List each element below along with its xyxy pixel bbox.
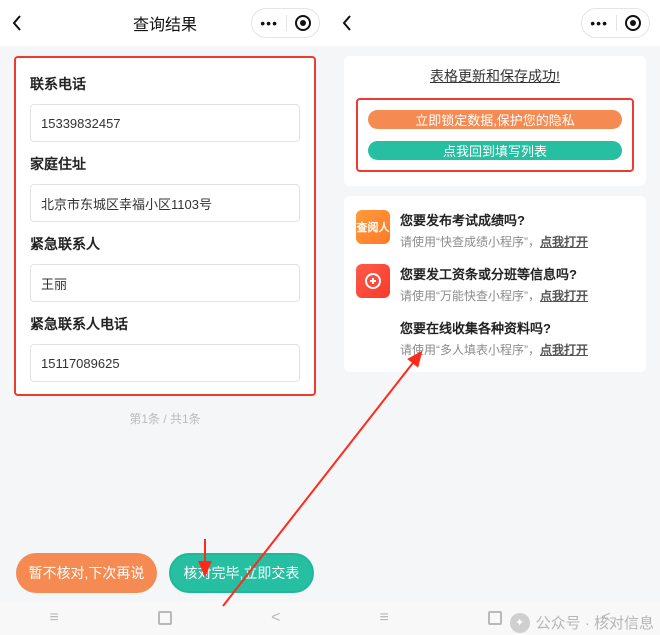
input-emergency-contact[interactable]: 王丽 — [30, 264, 300, 302]
nav-home-icon[interactable] — [158, 611, 172, 625]
wechat-icon: ✦ — [510, 613, 530, 633]
label-emergency-phone: 紧急联系人电话 — [30, 314, 300, 334]
pagination-text: 第1条 / 共1条 — [14, 410, 316, 427]
close-miniapp-icon[interactable] — [625, 15, 641, 31]
nav-back-icon[interactable]: < — [271, 609, 280, 627]
promo-title: 您要在线收集各种资料吗? — [400, 318, 634, 337]
watermark: ✦ 公众号 · 核对信息 — [510, 612, 654, 633]
promo-title: 您要发布考试成绩吗? — [400, 210, 634, 229]
nav-recents-icon[interactable]: ≡ — [50, 609, 59, 627]
close-miniapp-icon[interactable] — [295, 15, 311, 31]
input-phone[interactable]: 15339832457 — [30, 104, 300, 142]
label-address: 家庭住址 — [30, 154, 300, 174]
input-address[interactable]: 北京市东城区幸福小区1103号 — [30, 184, 300, 222]
promo-link[interactable]: 点我打开 — [540, 235, 588, 249]
success-text: 表格更新和保存成功! — [356, 66, 634, 86]
input-emergency-phone[interactable]: 15117089625 — [30, 344, 300, 382]
label-emergency-contact: 紧急联系人 — [30, 234, 300, 254]
more-icon[interactable]: ••• — [260, 16, 278, 30]
label-phone: 联系电话 — [30, 74, 300, 94]
promo-icon-collect — [356, 318, 390, 352]
promo-sub: 请使用“万能快查小程序”，点我打开 — [400, 287, 634, 304]
lock-data-button[interactable]: 立即锁定数据,保护您的隐私 — [368, 110, 622, 129]
back-to-list-button[interactable]: 点我回到填写列表 — [368, 141, 622, 160]
more-icon[interactable]: ••• — [590, 16, 608, 30]
nav-home-icon[interactable] — [488, 611, 502, 625]
back-icon[interactable] — [10, 13, 24, 33]
nav-recents-icon[interactable]: ≡ — [380, 609, 389, 627]
promo-card: 查阅人 您要发布考试成绩吗? 请使用“快查成绩小程序”，点我打开 您要发工资条或… — [344, 196, 646, 372]
promo-icon-salary — [356, 264, 390, 298]
promo-title: 您要发工资条或分班等信息吗? — [400, 264, 634, 283]
promo-sub: 请使用“多人填表小程序”，点我打开 — [400, 341, 634, 358]
promo-link[interactable]: 点我打开 — [540, 343, 588, 357]
cancel-button[interactable]: 暂不核对,下次再说 — [16, 553, 157, 593]
back-icon[interactable] — [340, 13, 354, 33]
promo-icon-exam: 查阅人 — [356, 210, 390, 244]
form-card: 联系电话 15339832457 家庭住址 北京市东城区幸福小区1103号 紧急… — [14, 56, 316, 396]
promo-link[interactable]: 点我打开 — [540, 289, 588, 303]
promo-item[interactable]: 您要在线收集各种资料吗? 请使用“多人填表小程序”，点我打开 — [356, 318, 634, 358]
submit-button[interactable]: 核对完毕,立即交表 — [169, 553, 314, 593]
promo-sub: 请使用“快查成绩小程序”，点我打开 — [400, 233, 634, 250]
annotation-arrow — [204, 539, 206, 575]
promo-item[interactable]: 查阅人 您要发布考试成绩吗? 请使用“快查成绩小程序”，点我打开 — [356, 210, 634, 250]
promo-item[interactable]: 您要发工资条或分班等信息吗? 请使用“万能快查小程序”，点我打开 — [356, 264, 634, 304]
